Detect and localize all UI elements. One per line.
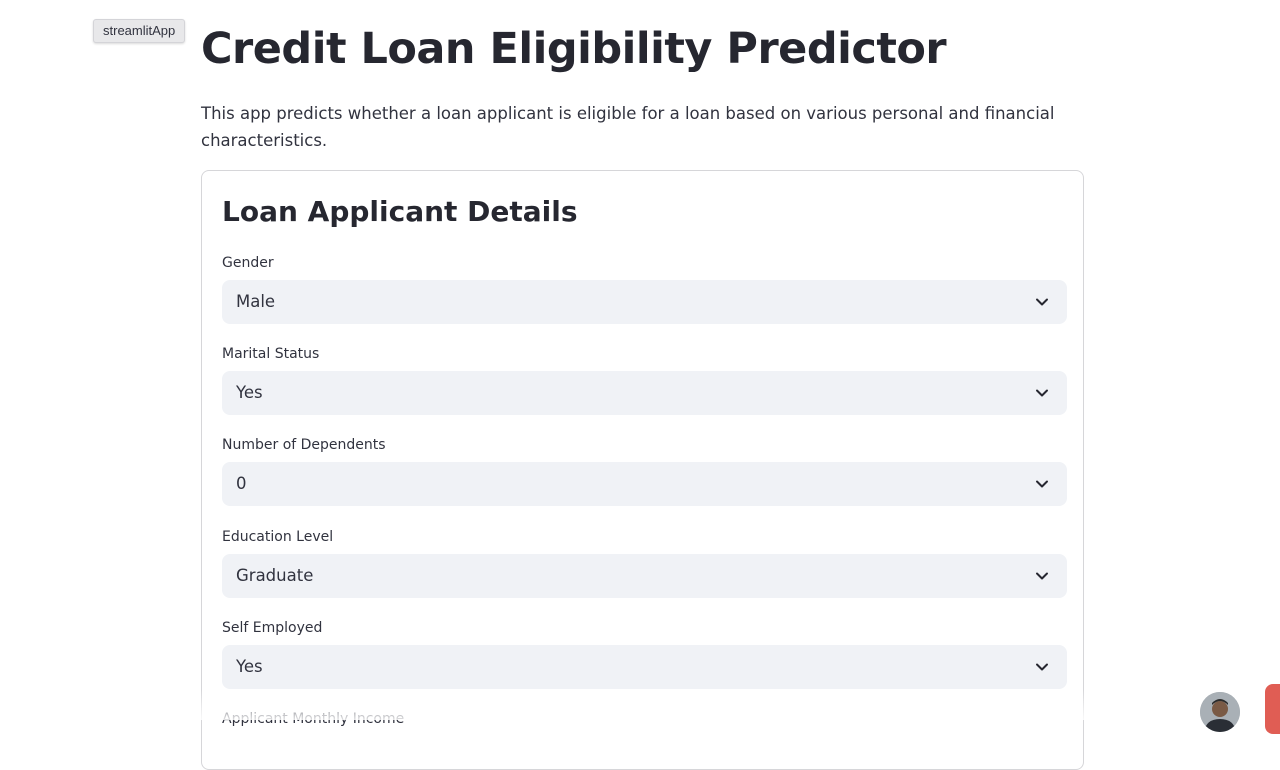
dependents-select[interactable]: 0	[222, 462, 1067, 506]
chevron-down-icon	[1036, 572, 1048, 580]
applicant-income-label: Applicant Monthly Income	[222, 711, 405, 727]
form-heading: Loan Applicant Details	[222, 195, 578, 228]
chevron-down-icon	[1036, 480, 1048, 488]
chevron-down-icon	[1036, 389, 1048, 397]
chevron-down-icon	[1036, 663, 1048, 671]
gender-field: Gender Male	[222, 254, 1067, 324]
page-title: Credit Loan Eligibility Predictor	[201, 24, 947, 74]
page-description: This app predicts whether a loan applica…	[201, 104, 1055, 150]
self-employed-value: Yes	[236, 657, 263, 676]
dependents-field: Number of Dependents 0	[222, 436, 1067, 506]
gender-select[interactable]: Male	[222, 280, 1067, 324]
marital-status-field: Marital Status Yes	[222, 345, 1067, 415]
app-name-tooltip: streamlitApp	[93, 19, 186, 43]
education-select[interactable]: Graduate	[222, 554, 1067, 598]
self-employed-select[interactable]: Yes	[222, 645, 1067, 689]
marital-status-value: Yes	[236, 383, 263, 402]
gender-value: Male	[236, 292, 276, 311]
applicant-income-field: Applicant Monthly Income	[222, 710, 1067, 736]
applicant-form: Loan Applicant Details Gender Male Marit…	[201, 170, 1084, 770]
red-action-button[interactable]	[1265, 684, 1280, 734]
marital-status-select[interactable]: Yes	[222, 371, 1067, 415]
chevron-down-icon	[1036, 298, 1048, 306]
dependents-value: 0	[236, 474, 247, 493]
gender-label: Gender	[222, 255, 274, 271]
education-field: Education Level Graduate	[222, 528, 1067, 598]
education-label: Education Level	[222, 529, 334, 545]
education-value: Graduate	[236, 566, 314, 585]
self-employed-label: Self Employed	[222, 620, 323, 636]
marital-status-label: Marital Status	[222, 346, 320, 362]
self-employed-field: Self Employed Yes	[222, 619, 1067, 689]
user-avatar-icon	[1200, 692, 1240, 732]
avatar[interactable]	[1200, 692, 1240, 732]
dependents-label: Number of Dependents	[222, 437, 386, 453]
